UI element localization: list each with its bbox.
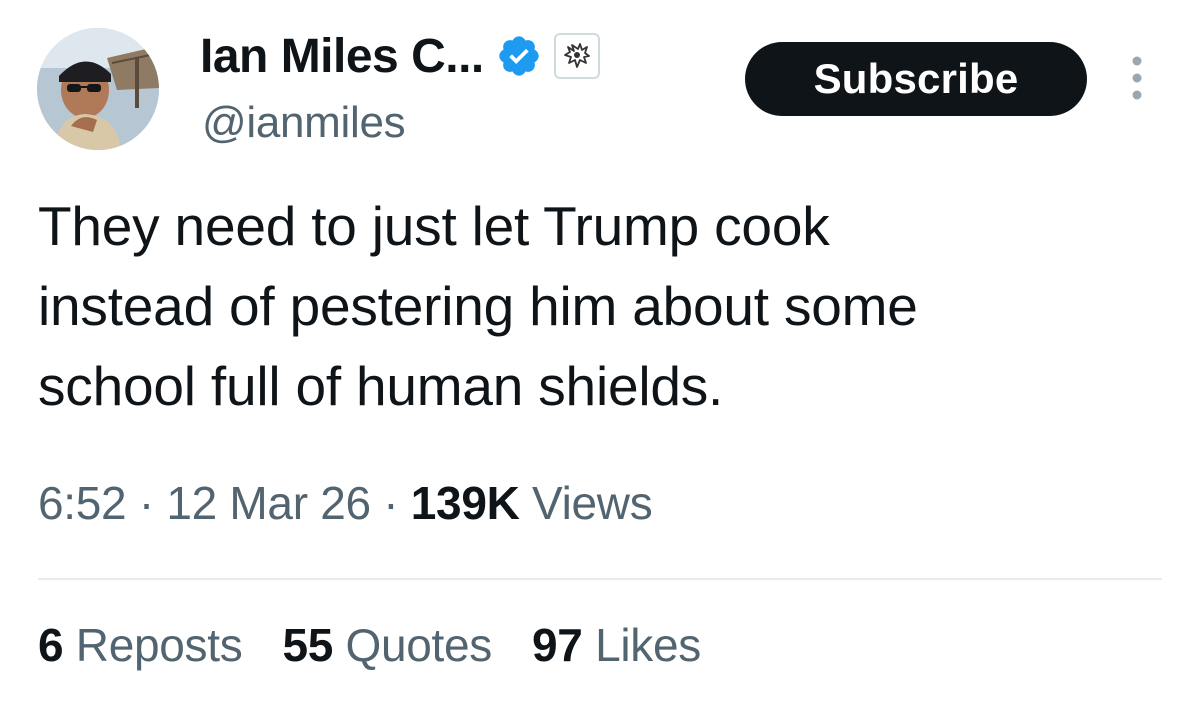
- likes-label: Likes: [595, 619, 701, 671]
- affiliate-logo-icon: [563, 43, 590, 68]
- likes-stat[interactable]: 97 Likes: [532, 618, 701, 672]
- more-vertical-icon[interactable]: [1122, 52, 1152, 104]
- meta-separator: ·: [383, 477, 399, 529]
- tweet-text: They need to just let Trump cook instead…: [38, 195, 918, 417]
- verified-badge-icon[interactable]: [496, 33, 542, 79]
- engagement-stats: 6 Reposts 55 Quotes 97 Likes: [38, 618, 701, 672]
- likes-count: 97: [532, 619, 583, 671]
- affiliate-badge-icon[interactable]: [553, 33, 600, 79]
- tweet-time[interactable]: 6:52: [38, 477, 127, 529]
- quotes-label: Quotes: [345, 619, 493, 671]
- divider: [38, 578, 1162, 580]
- author-display-name[interactable]: Ian Miles C...: [200, 29, 484, 84]
- reposts-stat[interactable]: 6 Reposts: [38, 618, 243, 672]
- quotes-stat[interactable]: 55 Quotes: [282, 618, 492, 672]
- tweet-date[interactable]: 12 Mar 26: [166, 477, 371, 529]
- views-count: 139K: [410, 477, 520, 529]
- reposts-count: 6: [38, 619, 64, 671]
- quotes-count: 55: [282, 619, 334, 671]
- meta-separator: ·: [138, 477, 154, 529]
- subscribe-button[interactable]: Subscribe: [745, 42, 1087, 116]
- author-name-row: Ian Miles C...: [200, 26, 600, 86]
- avatar-image: [37, 28, 159, 150]
- tweet-card: Ian Miles C... @ianmiles Subscribe They …: [0, 0, 1200, 714]
- tweet-meta: 6:52 · 12 Mar 26 · 139K Views: [38, 476, 653, 530]
- reposts-label: Reposts: [75, 619, 243, 671]
- avatar[interactable]: [37, 28, 159, 150]
- author-handle[interactable]: @ianmiles: [202, 98, 406, 148]
- views-label: Views: [532, 477, 653, 529]
